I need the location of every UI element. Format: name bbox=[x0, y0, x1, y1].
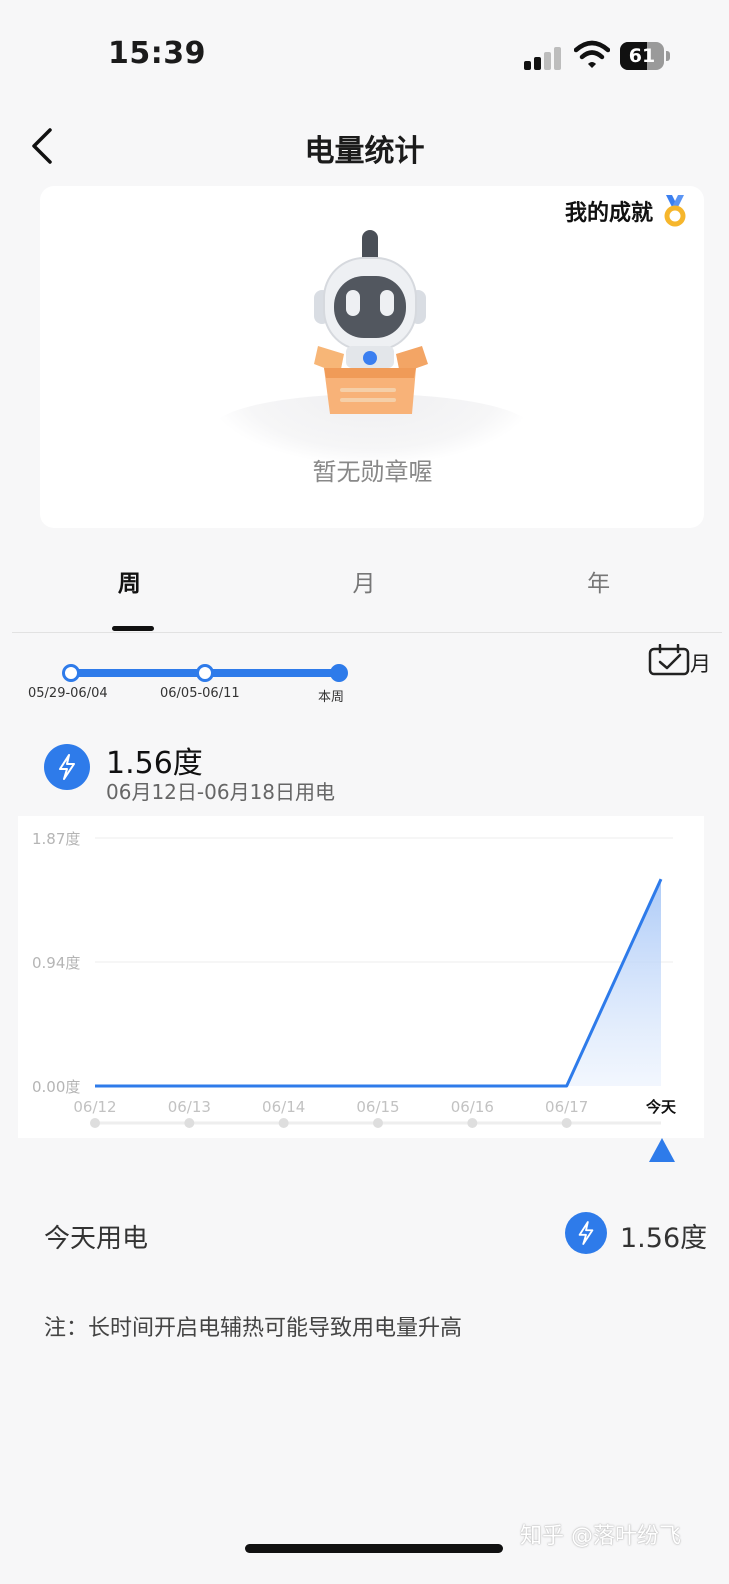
x-tick-label: 06/16 bbox=[451, 1098, 494, 1116]
period-tabs: 周 月 年 bbox=[12, 540, 716, 632]
cellular-signal-icon bbox=[524, 46, 564, 70]
my-achievements-link[interactable]: 我的成就 bbox=[565, 194, 689, 228]
tab-week[interactable]: 周 bbox=[12, 540, 247, 632]
today-usage-value: 1.56度 bbox=[620, 1223, 708, 1254]
home-indicator[interactable] bbox=[245, 1544, 503, 1553]
today-lightning-icon bbox=[565, 1212, 607, 1254]
empty-achievement-text: 暂无勋章喔 bbox=[312, 458, 433, 486]
tab-year[interactable]: 年 bbox=[481, 540, 716, 632]
week-node-1[interactable] bbox=[62, 664, 80, 682]
week-label-current: 本周 bbox=[318, 690, 345, 705]
day-dot[interactable] bbox=[278, 1118, 289, 1128]
battery-level: 61 bbox=[628, 45, 656, 67]
calendar-check-icon[interactable] bbox=[648, 644, 690, 676]
tab-month[interactable]: 月 bbox=[247, 540, 482, 632]
medal-icon bbox=[664, 195, 686, 227]
today-marker-triangle bbox=[649, 1138, 675, 1162]
lightning-icon bbox=[44, 744, 90, 790]
x-tick-label: 今天 bbox=[645, 1098, 677, 1116]
day-dot[interactable] bbox=[467, 1118, 478, 1128]
x-tick-label: 06/12 bbox=[73, 1098, 116, 1116]
x-tick-label: 06/13 bbox=[168, 1098, 211, 1116]
status-time: 15:39 bbox=[108, 36, 206, 71]
x-tick-label: 06/15 bbox=[356, 1098, 399, 1116]
my-achievements-label: 我的成就 bbox=[564, 201, 653, 226]
day-dot[interactable] bbox=[561, 1118, 572, 1128]
active-tab-indicator bbox=[112, 626, 154, 631]
usage-note: 注：长时间开启电辅热可能导致用电量升高 bbox=[44, 1316, 463, 1341]
robot-in-box-illustration bbox=[314, 230, 428, 414]
day-dot[interactable] bbox=[184, 1118, 195, 1128]
week-node-current[interactable] bbox=[330, 664, 348, 682]
week-node-2[interactable] bbox=[196, 664, 214, 682]
usage-area-chart: 0.00度 0.94度 1.87度 06/12 06/13 06/14 06/15 06/16… bbox=[32, 830, 677, 1128]
page-title: 电量统计 bbox=[304, 134, 425, 169]
usage-series-line bbox=[95, 878, 663, 1088]
day-dot[interactable] bbox=[373, 1118, 383, 1128]
week-label-2: 06/05-06/11 bbox=[160, 686, 240, 701]
watermark: 知乎 @落叶纷飞 bbox=[520, 1524, 681, 1549]
x-tick-label: 06/17 bbox=[545, 1098, 588, 1116]
y-tick-label: 0.00度 bbox=[32, 1078, 80, 1096]
weekly-date-range: 06月12日-06月18日用电 bbox=[106, 780, 336, 804]
y-tick-label: 1.87度 bbox=[32, 830, 80, 848]
wifi-icon bbox=[573, 40, 611, 70]
day-dot[interactable] bbox=[90, 1118, 100, 1128]
battery-icon: 61 bbox=[620, 42, 670, 70]
calendar-month-label[interactable]: 月 bbox=[690, 648, 711, 678]
usage-area-fill bbox=[95, 879, 661, 1086]
week-label-1: 05/29-06/04 bbox=[28, 686, 108, 701]
tabs-divider bbox=[12, 632, 722, 633]
today-usage-label: 今天用电 bbox=[44, 1224, 149, 1254]
x-tick-label: 06/14 bbox=[262, 1098, 305, 1116]
y-tick-label: 0.94度 bbox=[32, 954, 80, 972]
